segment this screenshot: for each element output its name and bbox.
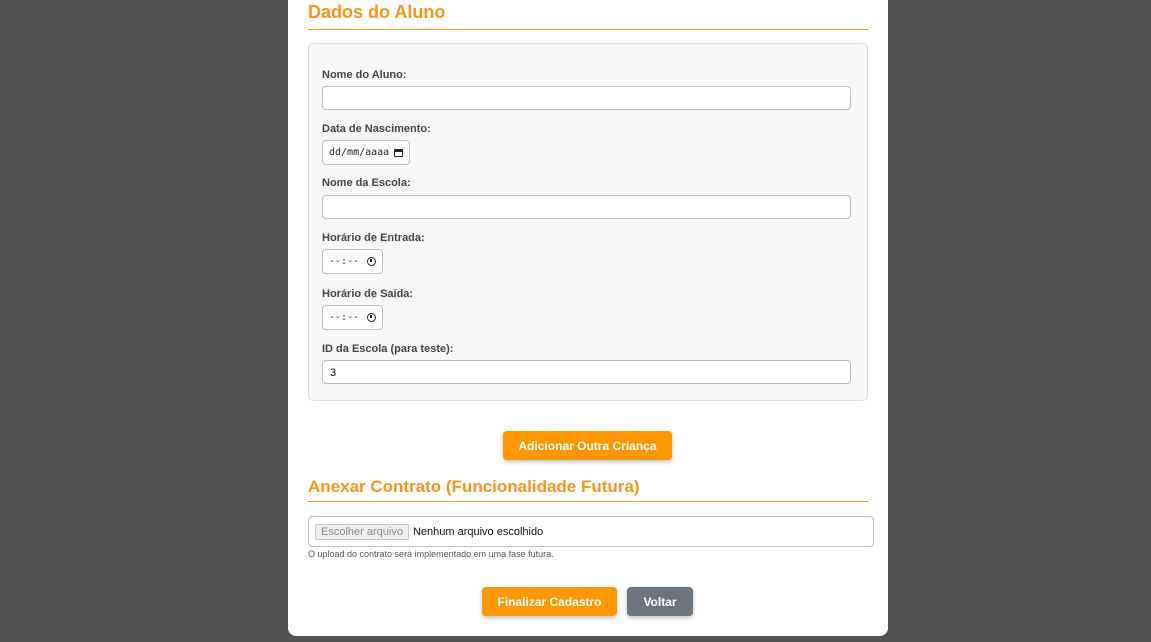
exit-time-label: Horário de Saída: [322, 288, 414, 300]
contract-file-input[interactable]: Escolher arquivo Nenhum arquivo escolhid… [308, 516, 874, 547]
student-name-input[interactable] [322, 86, 851, 110]
back-button[interactable]: Voltar [627, 587, 693, 616]
clock-icon[interactable] [367, 313, 376, 322]
birth-date-label: Data de Nascimento: [322, 123, 431, 135]
contract-hint-text: O upload do contrato será implementado e… [308, 549, 554, 559]
student-section-divider [308, 29, 868, 30]
entry-time-placeholder: --:-- [329, 256, 360, 267]
finish-registration-button[interactable]: Finalizar Cadastro [482, 587, 617, 616]
registration-card: Dados do Aluno Nome do Aluno: Data de Na… [288, 0, 888, 636]
contract-section-title: Anexar Contrato (Funcionalidade Futura) [308, 477, 640, 496]
entry-time-label: Horário de Entrada: [322, 232, 425, 244]
entry-time-input[interactable]: --:-- [322, 249, 383, 274]
birth-date-placeholder: dd/mm/aaaa [329, 147, 390, 158]
clock-icon[interactable] [367, 257, 376, 266]
contract-section-divider [308, 501, 868, 502]
school-id-input[interactable]: 3 [322, 360, 851, 384]
choose-file-button[interactable]: Escolher arquivo [315, 523, 409, 540]
student-form-box: Nome do Aluno: Data de Nascimento: dd/mm… [308, 43, 868, 401]
student-name-label: Nome do Aluno: [322, 69, 407, 81]
school-name-input[interactable] [322, 195, 851, 219]
calendar-icon[interactable] [394, 148, 403, 157]
school-id-label: ID da Escola (para teste): [322, 343, 454, 355]
exit-time-input[interactable]: --:-- [322, 305, 383, 330]
exit-time-placeholder: --:-- [329, 312, 360, 323]
file-status-text: Nenhum arquivo escolhido [412, 525, 544, 538]
add-child-button[interactable]: Adicionar Outra Criança [503, 431, 672, 460]
birth-date-input[interactable]: dd/mm/aaaa [322, 140, 410, 165]
school-name-label: Nome da Escola: [322, 177, 411, 189]
student-section-title: Dados do Aluno [308, 2, 446, 22]
